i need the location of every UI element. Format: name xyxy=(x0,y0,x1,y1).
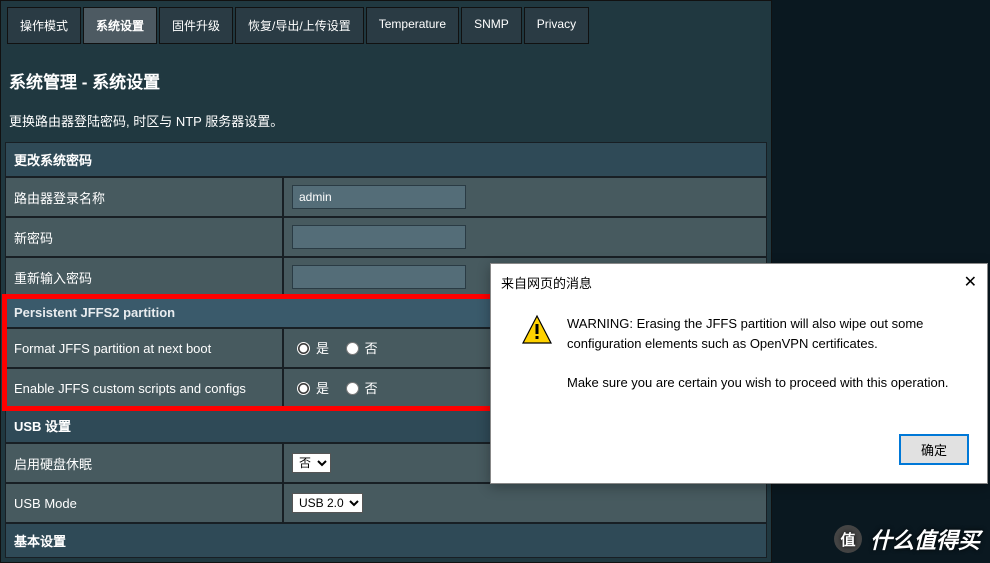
tab-bar: 操作模式 系统设置 固件升级 恢复/导出/上传设置 Temperature SN… xyxy=(7,7,771,44)
jffs-scripts-label: Enable JFFS custom scripts and configs xyxy=(5,368,283,408)
alert-dialog: 来自网页的消息 ✕ WARNING: Erasing the JFFS part… xyxy=(490,263,988,484)
tab-restore[interactable]: 恢复/导出/上传设置 xyxy=(235,7,364,44)
tab-system[interactable]: 系统设置 xyxy=(83,7,157,44)
usb-mode-label: USB Mode xyxy=(5,483,283,523)
tab-privacy[interactable]: Privacy xyxy=(524,7,589,44)
ok-button[interactable]: 确定 xyxy=(899,434,969,465)
jffs-scripts-no-radio[interactable] xyxy=(346,382,359,395)
new-password-input[interactable] xyxy=(292,225,466,249)
usb-hdd-sleep-label: 启用硬盘休眠 xyxy=(5,443,283,483)
jffs-format-label: Format JFFS partition at next boot xyxy=(5,328,283,368)
page-description: 更换路由器登陆密码, 时区与 NTP 服务器设置。 xyxy=(9,111,763,130)
tab-temperature[interactable]: Temperature xyxy=(366,7,459,44)
watermark-text: 什么值得买 xyxy=(870,523,980,555)
section-password-header: 更改系统密码 xyxy=(5,142,767,177)
watermark-icon: 值 xyxy=(834,525,862,553)
tab-opmode[interactable]: 操作模式 xyxy=(7,7,81,44)
dialog-message: WARNING: Erasing the JFFS partition will… xyxy=(567,314,967,392)
tab-firmware[interactable]: 固件升级 xyxy=(159,7,233,44)
tab-snmp[interactable]: SNMP xyxy=(461,7,522,44)
new-password-label: 新密码 xyxy=(5,217,283,257)
page-title: 系统管理 - 系统设置 xyxy=(9,68,763,93)
login-name-input[interactable] xyxy=(292,185,466,209)
jffs-format-no-radio[interactable] xyxy=(346,342,359,355)
retype-password-input[interactable] xyxy=(292,265,466,289)
usb-hdd-sleep-select[interactable]: 否 xyxy=(292,453,331,473)
dialog-title: 来自网页的消息 xyxy=(501,273,592,292)
close-icon[interactable]: ✕ xyxy=(964,272,977,292)
login-name-label: 路由器登录名称 xyxy=(5,177,283,217)
section-basic-header: 基本设置 xyxy=(5,523,767,558)
warning-icon xyxy=(521,314,553,346)
watermark: 值 什么值得买 xyxy=(834,523,980,555)
jffs-format-yes-radio[interactable] xyxy=(297,342,310,355)
usb-mode-select[interactable]: USB 2.0 xyxy=(292,493,363,513)
jffs-scripts-yes-radio[interactable] xyxy=(297,382,310,395)
retype-password-label: 重新输入密码 xyxy=(5,257,283,297)
